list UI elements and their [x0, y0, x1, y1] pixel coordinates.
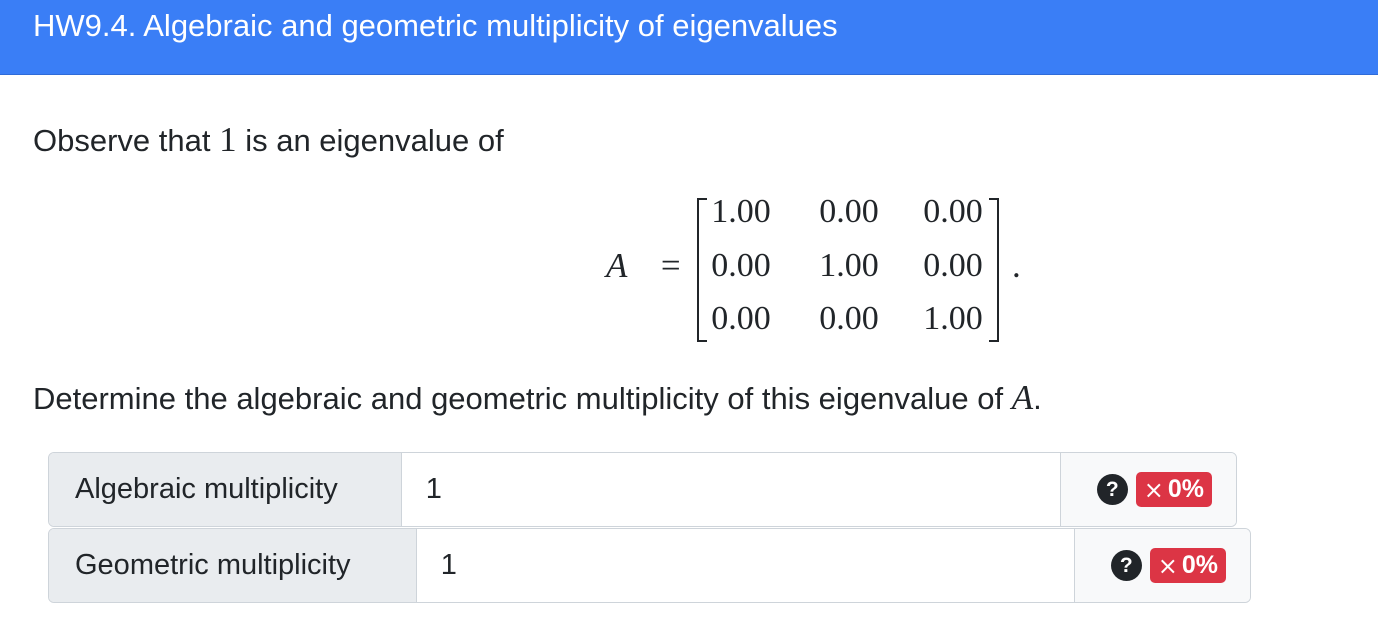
geometric-multiplicity-input[interactable] — [416, 529, 1075, 602]
matrix-name: A — [606, 246, 628, 285]
algebraic-multiplicity-label: Algebraic multiplicity — [49, 453, 402, 526]
question-after: . — [1033, 381, 1042, 416]
matrix-cell: 0.00 — [923, 247, 983, 284]
answer-row-algebraic: Algebraic multiplicity ? × 0% — [48, 452, 1237, 527]
matrix-cell: 0.00 — [819, 193, 879, 230]
algebraic-multiplicity-input[interactable] — [401, 453, 1061, 526]
matrix-right-bracket — [989, 198, 999, 342]
page-header: HW9.4. Algebraic and geometric multiplic… — [0, 0, 1378, 75]
matrix-cell: 0.00 — [923, 193, 983, 230]
question-circle-icon[interactable]: ? — [1096, 474, 1128, 505]
eigenvalue: 1 — [219, 120, 237, 159]
question-text: Determine the algebraic and geometric mu… — [33, 380, 1042, 417]
score-value: 0% — [1181, 551, 1218, 579]
geometric-multiplicity-label: Geometric multiplicity — [49, 529, 417, 602]
answer-row-geometric: Geometric multiplicity ? × 0% — [48, 528, 1251, 603]
geometric-status: ? × 0% — [1074, 529, 1250, 602]
question-var: A — [1011, 378, 1034, 417]
matrix-cell: 0.00 — [711, 300, 771, 337]
matrix-cell: 1.00 — [923, 300, 983, 337]
x-icon: × — [1143, 475, 1164, 504]
matrix-cell: 0.00 — [711, 247, 771, 284]
matrix-cell: 1.00 — [711, 193, 771, 230]
matrix-left-bracket — [697, 198, 707, 342]
question-circle-icon[interactable]: ? — [1110, 550, 1142, 581]
score-badge: × 0% — [1135, 472, 1212, 507]
score-badge: × 0% — [1149, 548, 1226, 583]
intro-before: Observe that — [33, 123, 220, 158]
page-title: HW9.4. Algebraic and geometric multiplic… — [33, 8, 838, 43]
algebraic-status: ? × 0% — [1060, 453, 1236, 526]
matrix-cell: 1.00 — [819, 247, 879, 284]
matrix-cell: 0.00 — [819, 300, 879, 337]
intro-text: Observe that 1 is an eigenvalue of — [33, 122, 504, 159]
matrix-label: A = — [606, 246, 681, 286]
equals-sign: = — [660, 246, 681, 285]
x-icon: × — [1157, 551, 1178, 580]
question-before: Determine the algebraic and geometric mu… — [33, 381, 1012, 416]
intro-after: is an eigenvalue of — [236, 123, 504, 158]
score-value: 0% — [1167, 475, 1204, 503]
matrix-period: . — [1012, 246, 1021, 285]
